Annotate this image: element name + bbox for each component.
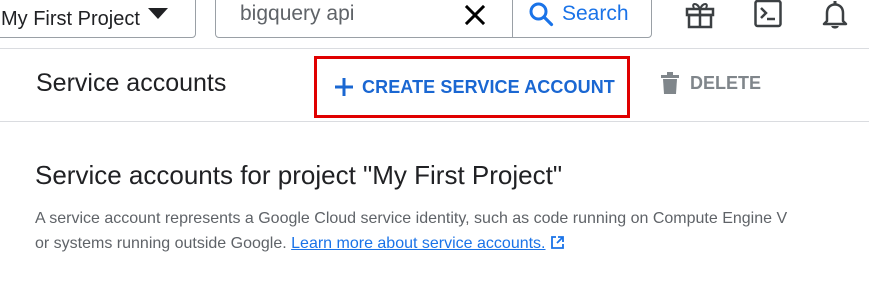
description-line-2: or systems running outside Google. Learn… — [35, 231, 869, 256]
clear-icon[interactable] — [464, 4, 486, 26]
page-title: Service accounts — [36, 69, 227, 97]
description-line-1: A service account represents a Google Cl… — [35, 210, 788, 227]
delete-label: DELETE — [690, 72, 762, 93]
project-selector-label: My First Project — [1, 7, 140, 30]
notifications-icon[interactable] — [820, 0, 850, 30]
chevron-down-icon — [148, 8, 168, 19]
search-input[interactable] — [240, 1, 450, 27]
create-service-account-label: CREATE SERVICE ACCOUNT — [362, 76, 615, 97]
create-service-account-button[interactable]: CREATE SERVICE ACCOUNT — [314, 56, 630, 118]
search-box: Search — [215, 0, 652, 38]
delete-button[interactable]: DELETE — [660, 72, 761, 94]
external-link-icon[interactable] — [550, 235, 565, 250]
section-description: A service account represents a Google Cl… — [35, 206, 869, 256]
top-bar: My First Project Search — [0, 0, 869, 49]
search-button[interactable]: Search — [528, 1, 629, 27]
page-toolbar: Service accounts CREATE SERVICE ACCOUNT … — [0, 49, 869, 122]
section-heading: Service accounts for project "My First P… — [35, 160, 563, 190]
search-icon — [529, 2, 554, 27]
learn-more-link[interactable]: Learn more about service accounts. — [291, 235, 545, 252]
search-button-label: Search — [562, 2, 629, 25]
project-selector[interactable]: My First Project — [0, 0, 196, 38]
cloud-shell-icon[interactable] — [753, 0, 783, 30]
gift-icon[interactable] — [685, 0, 715, 30]
search-divider — [512, 0, 513, 37]
trash-icon — [661, 72, 679, 94]
description-line-2-text: or systems running outside Google. — [35, 235, 287, 252]
plus-icon — [335, 78, 353, 96]
